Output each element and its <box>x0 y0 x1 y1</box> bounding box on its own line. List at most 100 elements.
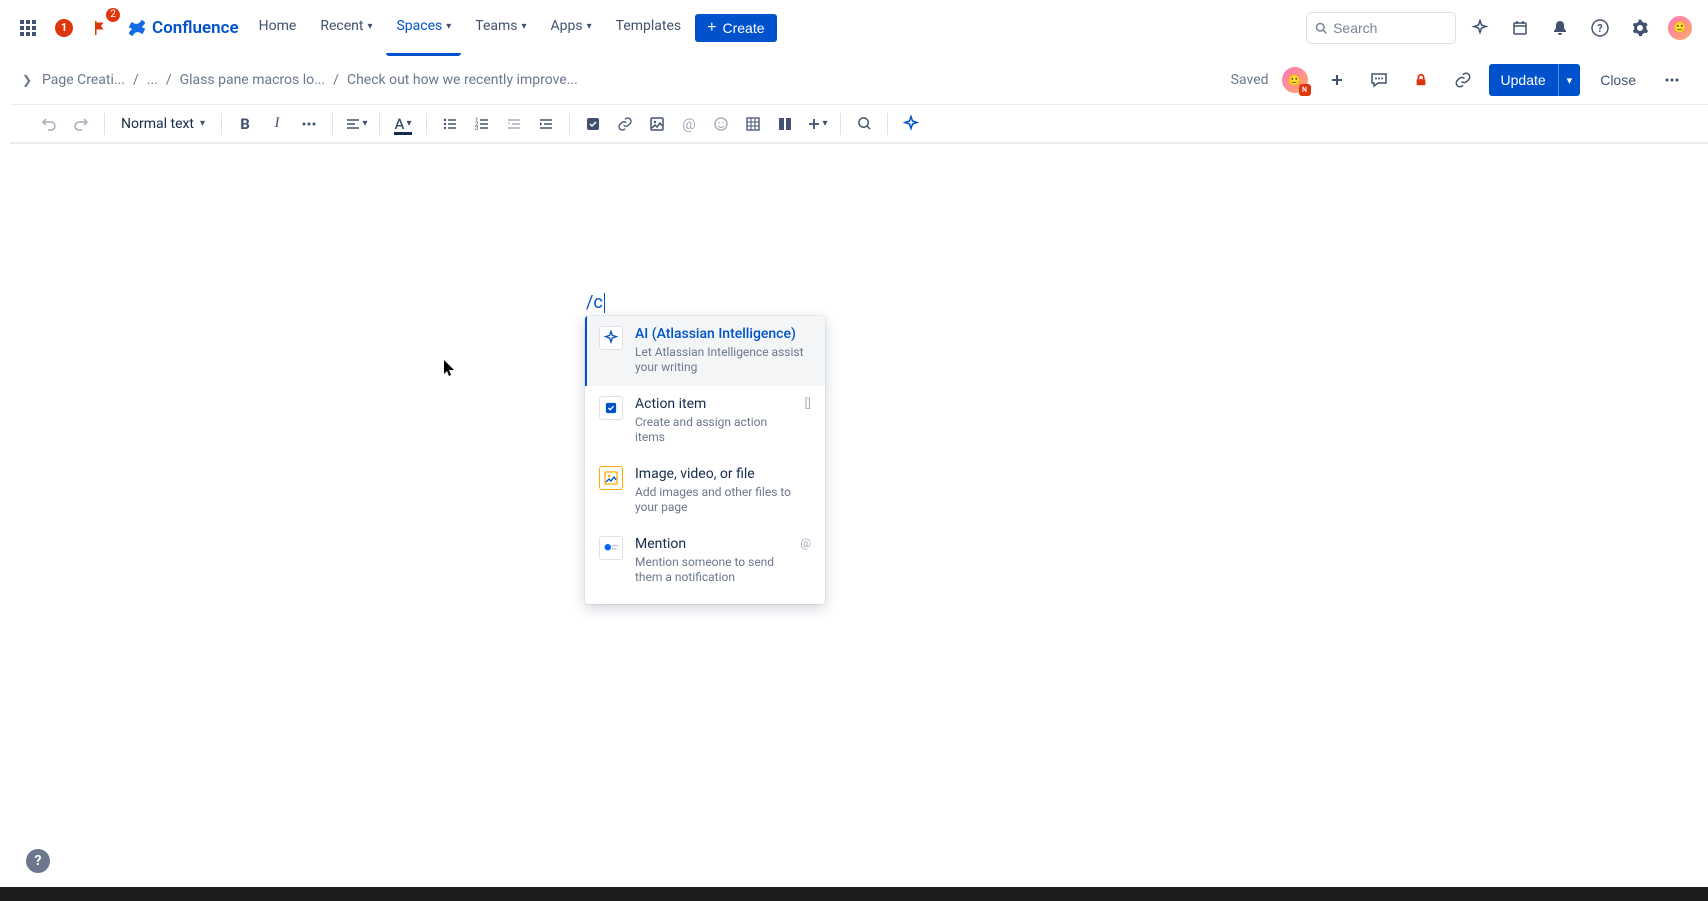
ai-sparkle-icon[interactable] <box>1464 12 1496 44</box>
nav-spaces[interactable]: Spaces▾ <box>386 0 461 56</box>
search-icon <box>1315 21 1327 35</box>
create-button[interactable]: + Create <box>695 14 776 42</box>
toolbar-sep <box>332 113 333 135</box>
breadcrumb-1[interactable]: Page Creati... <box>42 72 125 88</box>
help-icon[interactable]: ? <box>1584 12 1616 44</box>
more-formatting-icon[interactable] <box>294 109 324 139</box>
breadcrumb-sep: / <box>333 72 339 88</box>
mention-menu-icon <box>599 536 623 560</box>
chevron-down-icon: ▾ <box>200 118 205 129</box>
action-item-icon[interactable] <box>578 109 608 139</box>
menu-item-body: AI (Atlassian Intelligence) Let Atlassia… <box>635 326 811 376</box>
text-style-select[interactable]: Normal text▾ <box>113 109 213 139</box>
bold-icon[interactable]: B <box>230 109 260 139</box>
editor-canvas[interactable]: /c AI (Atlassian Intelligence) Let Atlas… <box>0 144 1708 901</box>
find-icon[interactable] <box>849 109 879 139</box>
italic-icon[interactable]: I <box>262 109 292 139</box>
calendar-icon[interactable] <box>1504 12 1536 44</box>
menu-item-title: Mention <box>635 536 788 553</box>
confluence-logo[interactable]: Confluence <box>120 17 245 39</box>
close-button[interactable]: Close <box>1590 66 1646 94</box>
top-nav: 1 2 Confluence Home Recent▾ Spaces▾ Team… <box>0 0 1708 56</box>
breadcrumb-row: ❯ Page Creati... / ... / Glass pane macr… <box>0 56 1708 104</box>
menu-item-desc: Let Atlassian Intelligence assist your w… <box>635 345 811 376</box>
breadcrumb-2[interactable]: ... <box>147 72 158 88</box>
slash-command-input[interactable]: /c <box>586 292 605 313</box>
nav-home[interactable]: Home <box>249 0 307 56</box>
bullet-list-icon[interactable] <box>435 109 465 139</box>
text-color-icon[interactable]: A▾ <box>388 109 418 139</box>
link-icon[interactable] <box>1447 64 1479 96</box>
chevron-down-icon: ▾ <box>587 21 592 32</box>
more-icon[interactable] <box>1656 64 1688 96</box>
flag-badge-count: 2 <box>106 8 120 22</box>
toolbar-sep <box>426 113 427 135</box>
action-item-menu-icon <box>599 396 623 420</box>
toolbar-sep <box>887 113 888 135</box>
flag-icon[interactable]: 2 <box>84 12 116 44</box>
update-dropdown[interactable]: ▾ <box>1558 64 1581 96</box>
search-box[interactable] <box>1306 12 1456 44</box>
chevron-down-icon: ▾ <box>367 21 372 32</box>
top-nav-right: ? 🙂 <box>1306 12 1696 44</box>
update-button[interactable]: Update <box>1489 64 1558 96</box>
red-circle-icon[interactable]: 1 <box>48 12 80 44</box>
expand-sidebar-icon[interactable]: ❯ <box>20 73 34 87</box>
image-menu-icon <box>599 466 623 490</box>
nav-recent[interactable]: Recent▾ <box>310 0 382 56</box>
invite-icon[interactable] <box>1321 64 1353 96</box>
chevron-down-icon: ▾ <box>363 118 368 129</box>
nav-templates[interactable]: Templates <box>606 0 692 56</box>
profile-avatar[interactable]: 🙂 <box>1664 12 1696 44</box>
table-icon[interactable] <box>738 109 768 139</box>
menu-item-desc: Mention someone to send them a notificat… <box>635 555 788 586</box>
chevron-down-icon: ▾ <box>522 21 527 32</box>
insert-plus-icon[interactable]: ▾ <box>802 109 832 139</box>
app-switcher-icon[interactable] <box>12 12 44 44</box>
svg-text:3: 3 <box>475 125 478 132</box>
breadcrumb-sep: / <box>166 72 172 88</box>
menu-item-action[interactable]: Action item Create and assign action ite… <box>585 386 825 456</box>
ai-tool-icon[interactable] <box>896 109 926 139</box>
breadcrumb-3[interactable]: Glass pane macros lo... <box>180 72 326 88</box>
undo-icon[interactable] <box>34 109 64 139</box>
chevron-down-icon: ▾ <box>823 118 828 129</box>
link-tool-icon[interactable] <box>610 109 640 139</box>
ai-menu-icon <box>599 326 623 350</box>
comment-icon[interactable] <box>1363 64 1395 96</box>
mention-icon[interactable]: @ <box>674 109 704 139</box>
svg-text:?: ? <box>1597 22 1603 35</box>
menu-item-mention[interactable]: Mention Mention someone to send them a n… <box>585 526 825 596</box>
settings-icon[interactable] <box>1624 12 1656 44</box>
menu-item-image[interactable]: Image, video, or file Add images and oth… <box>585 456 825 526</box>
editor-avatar[interactable]: 🙂N <box>1279 64 1311 96</box>
indent-icon[interactable] <box>531 109 561 139</box>
image-tool-icon[interactable] <box>642 109 672 139</box>
search-input[interactable] <box>1333 20 1447 36</box>
menu-item-body: Image, video, or file Add images and oth… <box>635 466 811 516</box>
outdent-icon[interactable] <box>499 109 529 139</box>
menu-item-body: Action item Create and assign action ite… <box>635 396 793 446</box>
help-fab[interactable]: ? <box>26 849 50 873</box>
nav-teams[interactable]: Teams▾ <box>465 0 536 56</box>
numbered-list-icon[interactable]: 123 <box>467 109 497 139</box>
menu-item-emoji[interactable]: 😀 Emoji Use emojis to express ideas 🎉 an… <box>585 596 825 604</box>
layouts-icon[interactable] <box>770 109 800 139</box>
update-button-group: Update ▾ <box>1489 64 1581 96</box>
menu-item-desc: Add images and other files to your page <box>635 485 811 516</box>
toolbar-sep <box>221 113 222 135</box>
page-actions: Saved 🙂N Update ▾ Close <box>1231 64 1688 96</box>
emoji-tool-icon[interactable] <box>706 109 736 139</box>
nav-apps[interactable]: Apps▾ <box>541 0 602 56</box>
breadcrumb-4[interactable]: Check out how we recently improve... <box>347 72 578 88</box>
text-caret <box>604 293 605 313</box>
menu-item-title: AI (Atlassian Intelligence) <box>635 326 811 343</box>
menu-item-ai[interactable]: AI (Atlassian Intelligence) Let Atlassia… <box>585 316 825 386</box>
align-icon[interactable]: ▾ <box>341 109 371 139</box>
brand-name: Confluence <box>152 18 239 38</box>
menu-item-desc: Create and assign action items <box>635 415 793 446</box>
chevron-down-icon: ▾ <box>446 21 451 32</box>
lock-icon[interactable] <box>1405 64 1437 96</box>
notifications-icon[interactable] <box>1544 12 1576 44</box>
redo-icon[interactable] <box>66 109 96 139</box>
